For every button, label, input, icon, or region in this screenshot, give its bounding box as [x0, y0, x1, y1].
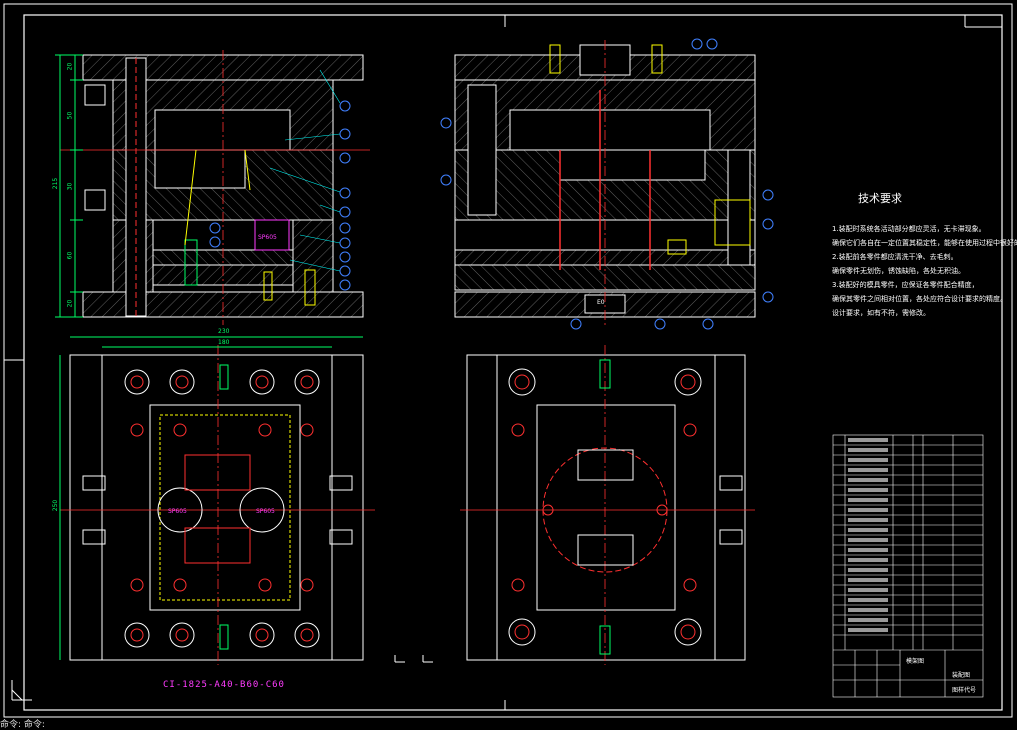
cad-drawing	[3, 3, 1013, 718]
dim-60: 60	[66, 251, 74, 260]
front-section-view	[55, 50, 370, 325]
title-block-drawing: 装配图	[952, 672, 971, 679]
tech-line: 确保它们各自在一定位置其稳定性，能够在使用过程中很好的。	[832, 239, 1017, 247]
tech-line: 设计要求，如有不符，需修改。	[832, 309, 930, 317]
dim-width-230: 230	[218, 328, 230, 335]
sprue-label: SP605	[256, 508, 275, 515]
ucs-icon	[11, 680, 32, 701]
dim-width-180: 180	[218, 339, 230, 346]
tech-line: 2.装配前各零件都应清洗干净、去毛刺。	[832, 253, 958, 261]
title-block-code: 图样代号	[952, 687, 977, 694]
tech-requirements-title: 技术要求	[858, 192, 902, 205]
side-section-view	[440, 38, 774, 330]
sprue-label: SP605	[258, 234, 277, 241]
plan-view-right	[460, 345, 755, 665]
tech-line: 3.装配好的模具零件，应保证各零件配合精度，	[832, 281, 979, 289]
title-block-name: 模架图	[906, 658, 925, 665]
mold-base-part-number: CI-1825-A40-B60-C60	[163, 680, 285, 690]
dim-50: 50	[66, 111, 74, 120]
dim-20a: 20	[66, 62, 74, 71]
dim-30: 30	[66, 182, 74, 191]
sprue-label: SP605	[168, 508, 187, 515]
dim-plan-height: 250	[52, 499, 60, 512]
plan-view-left	[59, 336, 433, 665]
tech-line: 确保其零件之间相对位置，各处应符合设计要求的精度。	[832, 295, 1007, 303]
tech-line: 1.装配时系统各活动部分都应灵活，无卡滞现象。	[832, 225, 986, 233]
dim-overall-height: 215	[52, 177, 60, 190]
tech-line: 确保零件无划伤，锈蚀缺陷，各处无积油。	[832, 267, 965, 275]
ejector-box-label: E0	[597, 299, 605, 306]
dim-20b: 20	[66, 299, 74, 308]
command-line[interactable]: 命令: 命令:	[0, 717, 45, 730]
